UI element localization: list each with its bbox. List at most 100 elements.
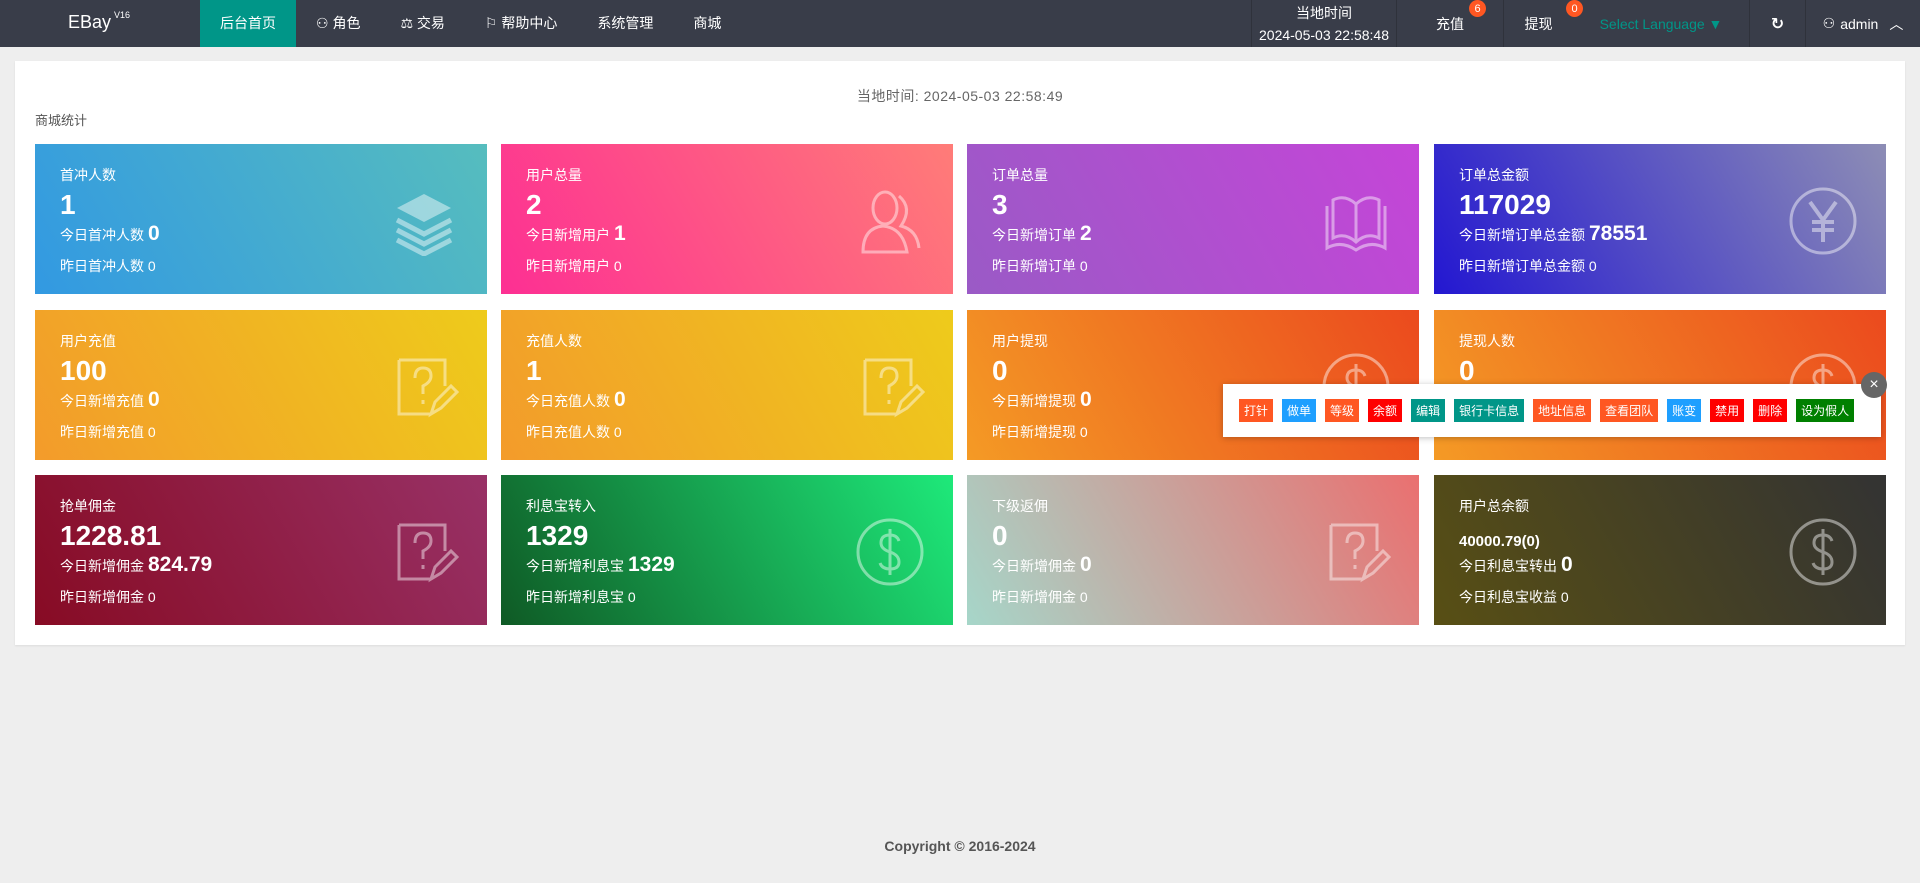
action-button[interactable]: 做单 bbox=[1282, 399, 1317, 422]
stat-card: 用户充值 100 今日新增充值 0 昨日新增充值 0 bbox=[35, 310, 487, 460]
stat-card: 用户总量 2 今日新增用户 1 昨日新增用户 0 bbox=[501, 144, 953, 294]
action-button[interactable]: 账变 bbox=[1667, 399, 1702, 422]
scale-icon: ⚖ bbox=[400, 15, 417, 31]
user-menu[interactable]: ⚇ admin ︿ bbox=[1805, 0, 1920, 47]
stat-value: 1228.81 bbox=[60, 520, 162, 551]
stat-yesterday: 昨日新增订单 0 bbox=[992, 258, 1088, 274]
stat-today-value: 0 bbox=[1080, 553, 1092, 576]
stat-card: 订单总金额 117029 今日新增订单总金额 78551 昨日新增订单总金额 0 bbox=[1434, 144, 1886, 294]
recharge-label: 充值 bbox=[1436, 15, 1464, 32]
stat-card: 利息宝转入 1329 今日新增利息宝 1329 昨日新增利息宝 0 bbox=[501, 475, 953, 625]
stat-card: 抢单佣金 1228.81 今日新增佣金 824.79 昨日新增佣金 0 bbox=[35, 475, 487, 625]
brand-version: V16 bbox=[114, 10, 131, 20]
edit-icon bbox=[397, 523, 459, 583]
menu-label: 帮助中心 bbox=[501, 15, 558, 31]
edit-icon bbox=[863, 358, 925, 418]
stat-yesterday: 昨日新增用户 0 bbox=[526, 258, 622, 274]
withdraw-label: 提现 bbox=[1524, 15, 1553, 32]
stat-label: 抢单佣金 bbox=[60, 498, 116, 514]
stat-today: 今日新增利息宝 1329 bbox=[526, 553, 675, 577]
local-time: 当地时间 2024-05-03 22:58:48 bbox=[1251, 0, 1396, 47]
stat-today-label: 今日新增利息宝 bbox=[526, 558, 624, 574]
stat-value: 100 bbox=[60, 355, 107, 386]
username: admin bbox=[1840, 15, 1879, 32]
top-navbar: EBay V16 后台首页 ⚇ 角色 ⚖ 交易 ⚐ 帮助中心 系统管理 商城 当地… bbox=[0, 0, 1920, 47]
stat-today: 今日新增订单总金额 78551 bbox=[1459, 222, 1647, 246]
withdraw-link[interactable]: 提现 0 bbox=[1503, 0, 1583, 47]
dollar-icon bbox=[856, 518, 924, 586]
stat-card: 下级返佣 0 今日新增佣金 0 昨日新增佣金 0 bbox=[967, 475, 1419, 625]
stat-label: 用户总余额 bbox=[1459, 498, 1529, 514]
stat-today: 今日充值人数 0 bbox=[526, 388, 626, 412]
recharge-link[interactable]: 充值 6 bbox=[1396, 0, 1503, 47]
brand-name: EBay bbox=[68, 12, 112, 32]
stat-card: 订单总量 3 今日新增订单 2 昨日新增订单 0 bbox=[967, 144, 1419, 294]
stat-card: 首冲人数 1 今日首冲人数 0 昨日首冲人数 0 bbox=[35, 144, 487, 294]
stat-today-label: 今日充值人数 bbox=[526, 393, 610, 409]
action-button[interactable]: 打针 bbox=[1239, 399, 1274, 422]
stat-label: 订单总量 bbox=[992, 167, 1048, 183]
action-button[interactable]: 编辑 bbox=[1411, 399, 1446, 422]
stat-today: 今日利息宝转出 0 bbox=[1459, 553, 1573, 577]
menu-help[interactable]: ⚐ 帮助中心 bbox=[465, 0, 577, 47]
stat-today-value: 1 bbox=[614, 222, 626, 245]
user-icon: ⚇ bbox=[1822, 15, 1836, 31]
stat-card: 充值人数 1 今日充值人数 0 昨日充值人数 0 bbox=[501, 310, 953, 460]
stat-label: 订单总金额 bbox=[1459, 167, 1529, 183]
edit-icon bbox=[397, 358, 459, 418]
stat-label: 用户总量 bbox=[526, 167, 582, 183]
edit-icon bbox=[1329, 523, 1391, 583]
refresh-icon[interactable]: ↻ bbox=[1749, 0, 1805, 47]
stat-today-label: 今日新增订单 bbox=[992, 227, 1076, 243]
stat-today-label: 今日新增佣金 bbox=[992, 558, 1076, 574]
stat-today-value: 824.79 bbox=[148, 553, 213, 576]
stat-today-value: 1329 bbox=[628, 553, 675, 576]
stat-yesterday: 昨日新增充值 0 bbox=[60, 424, 156, 440]
stat-today-value: 0 bbox=[148, 222, 160, 245]
stat-today-label: 今日新增提现 bbox=[992, 393, 1076, 409]
close-icon[interactable]: × bbox=[1861, 372, 1887, 398]
stat-value: 40000.79(0) bbox=[1459, 533, 1540, 550]
stat-yesterday: 昨日新增佣金 0 bbox=[992, 589, 1088, 605]
stat-yesterday: 昨日新增利息宝 0 bbox=[526, 589, 636, 605]
menu-roles[interactable]: ⚇ 角色 bbox=[296, 0, 380, 47]
stat-card: 用户总余额 40000.79(0) 今日利息宝转出 0 今日利息宝收益 0 bbox=[1434, 475, 1886, 625]
action-button[interactable]: 删除 bbox=[1753, 399, 1788, 422]
action-button[interactable]: 余额 bbox=[1368, 399, 1403, 422]
action-button[interactable]: 地址信息 bbox=[1533, 399, 1592, 422]
menu-home[interactable]: 后台首页 bbox=[200, 0, 296, 47]
action-button[interactable]: 等级 bbox=[1325, 399, 1360, 422]
stat-today: 今日新增佣金 0 bbox=[992, 553, 1092, 577]
stat-today: 今日新增佣金 824.79 bbox=[60, 553, 212, 577]
stat-today-label: 今日新增充值 bbox=[60, 393, 144, 409]
stat-label: 首冲人数 bbox=[60, 167, 116, 183]
stat-yesterday: 昨日新增提现 0 bbox=[992, 424, 1088, 440]
language-select[interactable]: Select Language ▼ bbox=[1573, 0, 1749, 47]
stat-label: 提现人数 bbox=[1459, 333, 1515, 349]
users-icon bbox=[861, 190, 921, 254]
stat-today-value: 78551 bbox=[1589, 222, 1648, 245]
stat-value: 1 bbox=[526, 355, 542, 386]
stat-label: 利息宝转入 bbox=[526, 498, 596, 514]
menu-trade[interactable]: ⚖ 交易 bbox=[380, 0, 464, 47]
action-button[interactable]: 银行卡信息 bbox=[1454, 399, 1525, 422]
menu-system[interactable]: 系统管理 bbox=[577, 0, 673, 47]
stat-yesterday: 今日利息宝收益 0 bbox=[1459, 589, 1569, 605]
menu-shop[interactable]: 商城 bbox=[673, 0, 741, 47]
panel-local-time: 当地时间: 2024-05-03 22:58:49 bbox=[856, 88, 1064, 104]
layers-icon bbox=[395, 194, 453, 256]
action-button[interactable]: 设为假人 bbox=[1796, 399, 1855, 422]
recharge-badge: 6 bbox=[1469, 0, 1486, 17]
stat-today-value: 0 bbox=[1080, 388, 1092, 411]
stat-value: 1 bbox=[60, 189, 76, 220]
stat-label: 用户充值 bbox=[60, 333, 116, 349]
brand-logo[interactable]: EBay V16 bbox=[68, 10, 131, 33]
action-button[interactable]: 查看团队 bbox=[1600, 399, 1659, 422]
dollar-icon bbox=[1789, 518, 1857, 586]
stat-today-label: 今日新增订单总金额 bbox=[1459, 227, 1585, 243]
stat-label: 下级返佣 bbox=[992, 498, 1048, 514]
copyright: Copyright © 2016-2024 bbox=[884, 838, 1036, 854]
stat-today-value: 0 bbox=[614, 388, 626, 411]
action-button[interactable]: 禁用 bbox=[1710, 399, 1745, 422]
stat-value: 117029 bbox=[1459, 189, 1551, 220]
